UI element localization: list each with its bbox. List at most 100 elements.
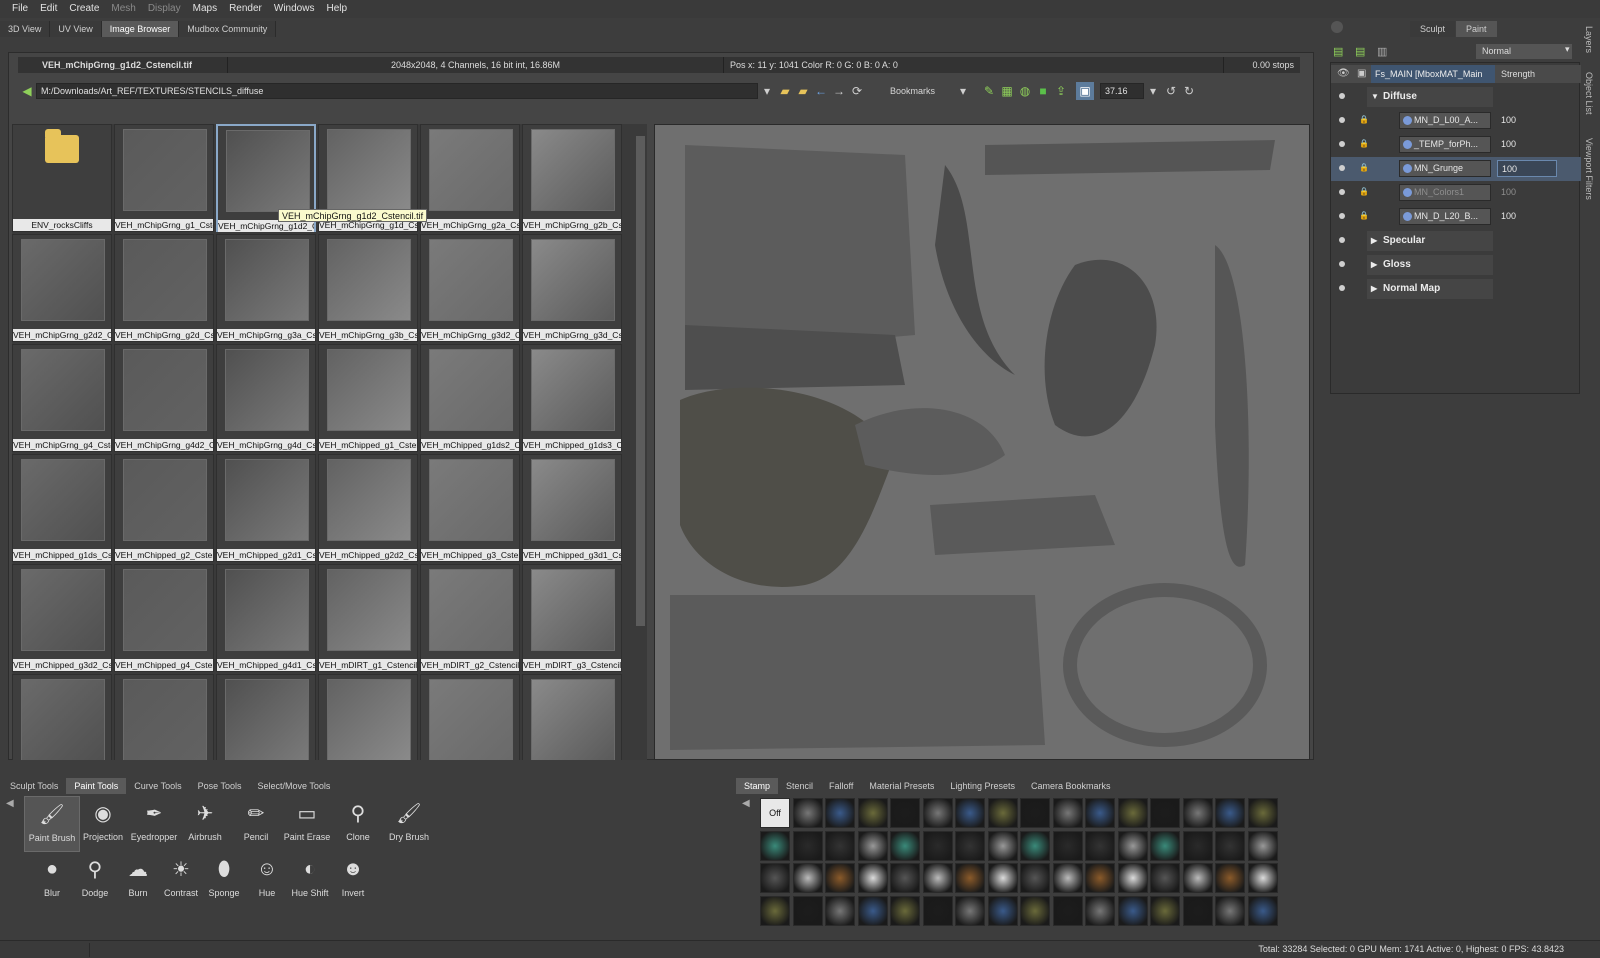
stamp-thumbnail[interactable] [1020, 798, 1050, 828]
stamp-thumbnail[interactable] [1215, 798, 1245, 828]
stamp-thumbnail[interactable] [1052, 863, 1083, 893]
stamp-thumbnail[interactable] [955, 798, 985, 828]
thumbnail[interactable]: VEH_mChipGrng_g2d2_Cstencil.tif [12, 234, 112, 342]
fit-view-icon[interactable]: ▣ [1076, 82, 1094, 100]
mix-icon[interactable]: ◍ [1016, 82, 1034, 100]
stamp-thumbnail[interactable] [760, 830, 790, 861]
thumbnail-scrollbar[interactable] [634, 124, 647, 760]
stamp-thumbnail[interactable] [1117, 830, 1148, 861]
bookmarks-dropdown-icon[interactable]: ▾ [954, 82, 972, 100]
thumbnail[interactable] [114, 674, 214, 760]
blend-mode-select[interactable]: Normal [1476, 44, 1572, 59]
stamp-thumbnail[interactable] [857, 863, 888, 893]
thumbnail[interactable]: VEH_mChipped_g4_Cstencil.tif [114, 564, 214, 672]
stamp-tab-stamp[interactable]: Stamp [736, 778, 779, 794]
thumbnail[interactable]: VEH_mChipGrng_g3a_Cstencil.tif [216, 234, 316, 342]
tool-tab-curve-tools[interactable]: Curve Tools [126, 778, 189, 794]
stamp-thumbnail[interactable] [1215, 863, 1245, 893]
stamp-thumbnail[interactable] [1020, 830, 1050, 861]
scrollbar-thumb[interactable] [636, 136, 645, 626]
stamp-thumbnail[interactable] [1182, 863, 1213, 893]
thumbnail[interactable]: VEH_mChipped_g1_Cstencil.tif [318, 344, 418, 452]
collapse-triangle-icon[interactable]: ▶ [1371, 231, 1377, 251]
thumbnail[interactable]: VEH_mChipped_g2d1_Cstencil.tif [216, 454, 316, 562]
stamp-thumbnail[interactable] [987, 895, 1018, 926]
tool-dry-brush[interactable]: 🖌 Dry Brush [381, 796, 437, 852]
panel-close-icon[interactable] [1331, 21, 1343, 33]
view-tab-mudbox-community[interactable]: Mudbox Community [179, 21, 277, 37]
stamp-thumbnail[interactable] [1085, 798, 1115, 828]
thumbnail[interactable]: VEH_mChipped_g2_Cstencil.tif [114, 454, 214, 562]
layer-name[interactable]: MN_D_L00_A... [1399, 112, 1491, 129]
stamp-thumbnail[interactable] [1020, 895, 1050, 926]
stamp-thumbnail[interactable] [825, 863, 855, 893]
layer-strength[interactable]: 100 [1497, 112, 1557, 129]
stamp-thumbnail[interactable] [760, 895, 790, 926]
stamp-thumbnail[interactable] [955, 895, 985, 926]
thumbnail[interactable]: VEH_mChipGrng_g4d_Cstencil.tif [216, 344, 316, 452]
stamp-thumbnail[interactable] [1247, 895, 1278, 926]
stamp-thumbnail[interactable] [987, 798, 1018, 828]
stamp-tab-lighting-presets[interactable]: Lighting Presets [942, 778, 1023, 794]
bookmarks-dropdown[interactable]: Bookmarks [890, 82, 954, 100]
lock-icon[interactable]: 🔒 [1359, 163, 1369, 172]
stamp-thumbnail[interactable] [890, 863, 920, 893]
stamp-thumbnail[interactable] [922, 895, 953, 926]
tool-projection[interactable]: ◉ Projection [75, 796, 131, 852]
thumbnail[interactable]: VEH_mChipGrng_g2b_Cstencil.tif [522, 124, 622, 232]
layer-strength[interactable]: 100 [1497, 208, 1557, 225]
tool-airbrush[interactable]: ✈ Airbrush [177, 796, 233, 852]
stamp-thumbnail[interactable] [825, 895, 855, 926]
thumbnail[interactable]: VEH_mChipped_g3d1_Cstencil.tif [522, 454, 622, 562]
tool-tab-paint-tools[interactable]: Paint Tools [66, 778, 127, 794]
visibility-eye-icon[interactable] [1339, 189, 1345, 195]
visibility-eye-icon[interactable] [1339, 261, 1345, 267]
menu-display[interactable]: Display [142, 0, 187, 18]
thumbnail[interactable] [216, 674, 316, 760]
sculpt-tab[interactable]: Sculpt [1410, 21, 1456, 37]
menu-help[interactable]: Help [320, 0, 353, 18]
layer-row[interactable]: 🔒 _TEMP_forPh... 100 [1331, 133, 1581, 157]
stamp-thumbnail[interactable] [1182, 895, 1213, 926]
layer-row[interactable]: 🔒 MN_D_L20_B... 100 [1331, 205, 1581, 229]
stamp-thumbnail[interactable] [760, 863, 790, 893]
menu-edit[interactable]: Edit [34, 0, 63, 18]
diffuse-group-row[interactable]: ▼ Diffuse [1331, 85, 1581, 109]
duplicate-layer-icon[interactable]: ▤ [1355, 45, 1365, 58]
stamp-thumbnail[interactable] [825, 798, 855, 828]
thumbnail[interactable]: VEH_mChipped_g1ds_Cstencil.tif [12, 454, 112, 562]
stamp-thumbnail[interactable] [1117, 798, 1148, 828]
stamp-thumbnail[interactable] [890, 895, 920, 926]
stamp-thumbnail[interactable] [825, 830, 855, 861]
channel-group[interactable]: ▶ Normal Map [1367, 279, 1493, 299]
lock-icon[interactable]: 🔒 [1359, 115, 1369, 124]
thumbnail[interactable]: VEH_mChipped_g1ds2_Cstencil.tif [420, 344, 520, 452]
thumbnail[interactable] [420, 674, 520, 760]
stamp-thumbnail[interactable] [1247, 830, 1278, 861]
new-layer-icon[interactable]: ▤ [1333, 45, 1343, 58]
layer-strength[interactable]: 100 [1497, 160, 1557, 177]
stamp-tab-camera-bookmarks[interactable]: Camera Bookmarks [1023, 778, 1119, 794]
menu-mesh[interactable]: Mesh [105, 0, 141, 18]
path-dropdown-icon[interactable]: ▾ [758, 82, 776, 100]
arrow-left-icon[interactable]: ← [812, 82, 830, 100]
stamp-thumbnail[interactable] [890, 830, 920, 861]
layer-row[interactable]: 🔒 MN_Colors1 100 [1331, 181, 1581, 205]
stamp-thumbnail[interactable] [1020, 863, 1050, 893]
thumbnail[interactable]: VEH_mChipGrng_g3b_Cstencil.tif [318, 234, 418, 342]
stamp-thumbnail[interactable] [857, 830, 888, 861]
stamp-thumbnail[interactable] [1215, 895, 1245, 926]
rotate-left-icon[interactable]: ↺ [1162, 82, 1180, 100]
stamp-thumbnail[interactable] [1150, 895, 1180, 926]
layer-name[interactable]: MN_Grunge [1399, 160, 1491, 177]
folder-up-icon[interactable]: ▰ [794, 82, 812, 100]
stamp-thumbnail[interactable] [922, 830, 953, 861]
thumbnail[interactable]: VEH_mChipGrng_g2d_Cstencil.tif [114, 234, 214, 342]
brush-tool-icon[interactable]: ✎ [980, 82, 998, 100]
stamp-thumbnail[interactable] [987, 830, 1018, 861]
thumbnail[interactable] [12, 674, 112, 760]
thumbnail[interactable]: VEH_mChipGrng_g4d2_Cstencil.tif [114, 344, 214, 452]
stamp-thumbnail[interactable] [857, 798, 888, 828]
stamp-thumbnail[interactable] [792, 830, 823, 861]
zoom-input[interactable]: 37.16 [1100, 83, 1144, 99]
